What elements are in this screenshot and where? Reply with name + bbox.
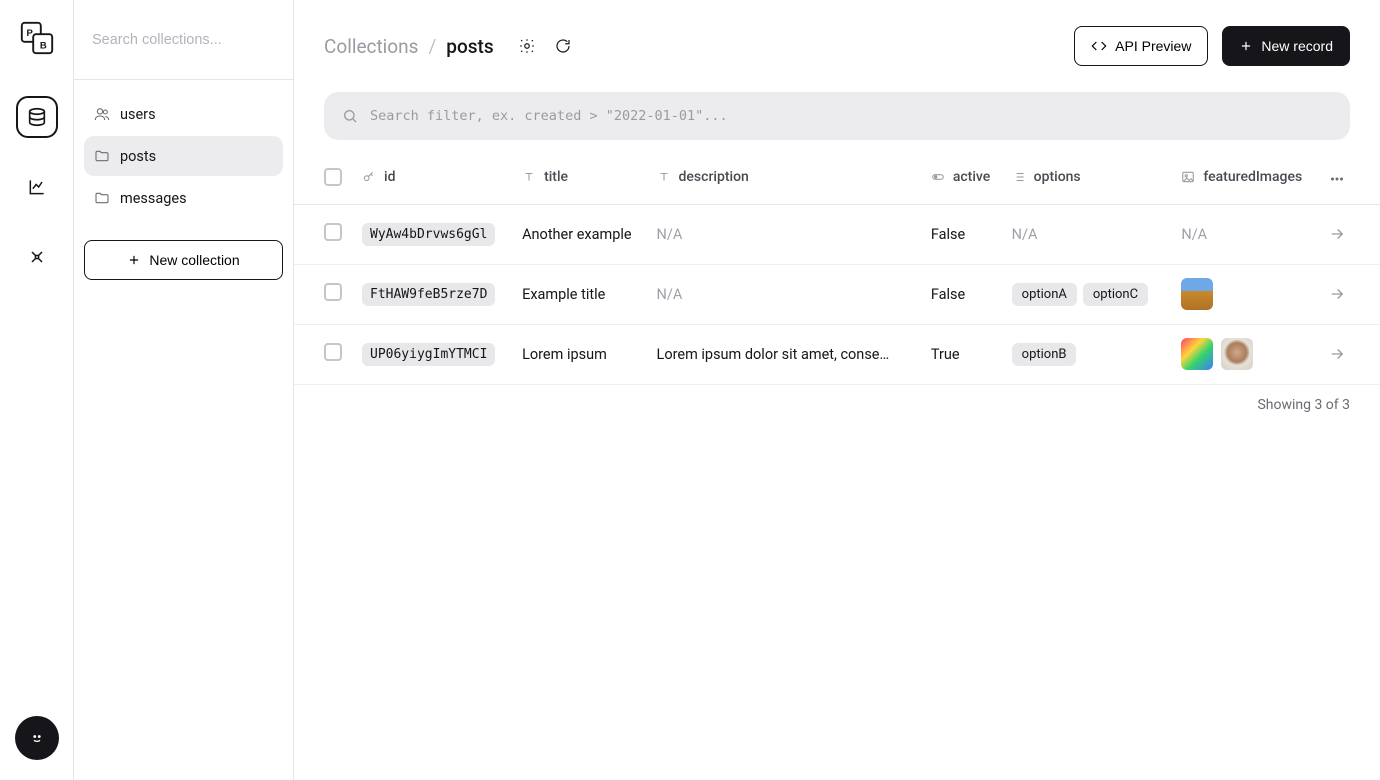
image-icon: [1181, 170, 1195, 184]
nav-collections[interactable]: [16, 96, 58, 138]
sidebar-item-messages[interactable]: messages: [84, 178, 283, 218]
folder-icon: [94, 148, 110, 164]
cell-title: Another example: [522, 226, 632, 243]
nav-settings[interactable]: [16, 236, 58, 278]
cell-options: optionB: [1004, 324, 1174, 384]
table-row[interactable]: WyAw4bDrvws6gGl Another example N/A False N/…: [294, 204, 1380, 264]
showing-count: Showing 3 of 3: [294, 385, 1380, 425]
open-record-arrow[interactable]: [1320, 324, 1380, 384]
column-more[interactable]: [1320, 154, 1380, 204]
sidebar-item-label: users: [120, 106, 156, 123]
filter-input[interactable]: [370, 108, 1332, 124]
row-checkbox[interactable]: [324, 343, 342, 361]
cell-description: Lorem ipsum dolor sit amet, consec…: [657, 346, 897, 363]
cell-options: N/A: [1004, 204, 1174, 264]
cell-options: optionA optionC: [1004, 264, 1174, 324]
open-record-arrow[interactable]: [1320, 264, 1380, 324]
topbar: Collections / posts API Preview: [294, 0, 1380, 66]
cell-title: Lorem ipsum: [522, 346, 607, 363]
filter-bar: [324, 92, 1350, 140]
users-icon: [94, 106, 110, 122]
images-na: N/A: [1181, 226, 1207, 243]
text-icon: [657, 170, 671, 184]
nav-logs[interactable]: [16, 166, 58, 208]
api-preview-label: API Preview: [1115, 38, 1191, 54]
collections-search-input[interactable]: [92, 32, 275, 48]
breadcrumb-root[interactable]: Collections: [324, 35, 418, 58]
cell-images: N/A: [1173, 204, 1320, 264]
breadcrumb: Collections / posts: [324, 35, 494, 58]
row-checkbox[interactable]: [324, 283, 342, 301]
app-logo: P B: [17, 18, 57, 58]
select-all-checkbox[interactable]: [324, 168, 342, 186]
column-header-title[interactable]: title: [514, 154, 648, 204]
new-record-label: New record: [1261, 38, 1333, 54]
key-icon: [362, 170, 376, 184]
main-content: Collections / posts API Preview: [294, 0, 1380, 780]
search-icon: [342, 108, 358, 124]
cell-active: True: [931, 346, 960, 363]
table-row[interactable]: UP06yiygImYTMCI Lorem ipsum Lorem ipsum do…: [294, 324, 1380, 384]
collection-action-icons: [518, 37, 572, 55]
option-tag: optionC: [1083, 283, 1148, 306]
user-avatar[interactable]: [15, 716, 59, 760]
record-id: WyAw4bDrvws6gGl: [362, 223, 495, 246]
collection-settings-icon[interactable]: [518, 37, 536, 55]
column-header-active[interactable]: active: [923, 154, 1004, 204]
new-record-button[interactable]: New record: [1222, 26, 1350, 66]
column-header-label: title: [544, 169, 568, 185]
column-header-featuredImages[interactable]: featuredImages: [1173, 154, 1320, 204]
record-id: UP06yiygImYTMCI: [362, 343, 495, 366]
option-tag: optionB: [1012, 343, 1077, 366]
cell-description: N/A: [657, 226, 897, 243]
new-collection-label: New collection: [149, 252, 239, 268]
column-header-label: id: [384, 169, 395, 185]
sidebar-item-users[interactable]: users: [84, 94, 283, 134]
sidebar-item-label: posts: [120, 148, 156, 165]
column-header-label: featuredImages: [1203, 169, 1302, 185]
icon-nav: P B: [0, 0, 74, 780]
folder-icon: [94, 190, 110, 206]
column-header-id[interactable]: id: [354, 154, 514, 204]
column-header-description[interactable]: description: [649, 154, 923, 204]
options-na: N/A: [1012, 226, 1038, 243]
image-thumbnail[interactable]: [1221, 338, 1253, 370]
text-icon: [522, 170, 536, 184]
cell-active: False: [931, 286, 965, 303]
record-id: FtHAW9feB5rze7D: [362, 283, 495, 306]
breadcrumb-leaf: posts: [446, 35, 493, 58]
cell-title: Example title: [522, 286, 605, 303]
bool-icon: [931, 170, 945, 184]
collections-list: users posts messages: [74, 80, 293, 232]
column-header-label: active: [953, 169, 990, 185]
cell-images: [1173, 264, 1320, 324]
records-table-wrap: id title description active options featuredI…: [294, 154, 1380, 780]
cell-description: N/A: [657, 286, 897, 303]
refresh-icon[interactable]: [554, 37, 572, 55]
sidebar-search-wrap: [74, 0, 293, 80]
image-thumbnail[interactable]: [1181, 338, 1213, 370]
column-header-label: description: [679, 169, 749, 185]
breadcrumb-separator: /: [428, 35, 436, 58]
image-thumbnail[interactable]: [1181, 278, 1213, 310]
cell-images: [1173, 324, 1320, 384]
option-tag: optionA: [1012, 283, 1077, 306]
collections-sidebar: users posts messages New collection: [74, 0, 294, 780]
svg-text:P: P: [26, 28, 33, 39]
table-row[interactable]: FtHAW9feB5rze7D Example title N/A False opti…: [294, 264, 1380, 324]
row-checkbox[interactable]: [324, 223, 342, 241]
sidebar-item-posts[interactable]: posts: [84, 136, 283, 176]
sidebar-item-label: messages: [120, 190, 187, 207]
api-preview-button[interactable]: API Preview: [1074, 26, 1208, 66]
svg-text:B: B: [39, 40, 46, 51]
new-collection-button[interactable]: New collection: [84, 240, 283, 280]
cell-active: False: [931, 226, 965, 243]
records-table: id title description active options featuredI…: [294, 154, 1380, 385]
list-icon: [1012, 170, 1026, 184]
column-header-options[interactable]: options: [1004, 154, 1174, 204]
column-header-label: options: [1034, 169, 1081, 185]
open-record-arrow[interactable]: [1320, 204, 1380, 264]
